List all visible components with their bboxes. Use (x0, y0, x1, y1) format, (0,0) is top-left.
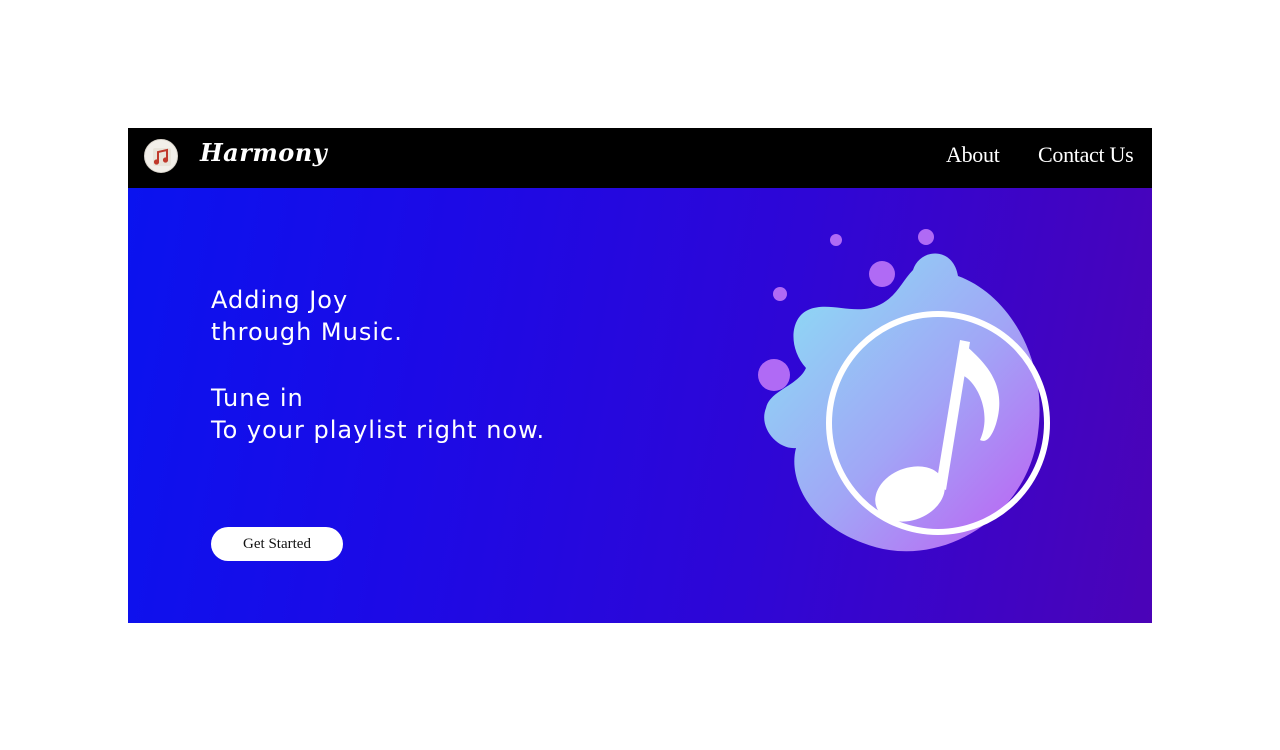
bubble (830, 234, 842, 246)
logo[interactable] (144, 139, 178, 173)
page-frame: Harmony About Contact Us Adding Joy thro… (128, 128, 1152, 623)
music-note-icon (153, 148, 171, 166)
brand-title[interactable]: Harmony (200, 138, 327, 167)
bubble (918, 229, 934, 245)
music-illustration (758, 229, 1050, 552)
nav-link-contact-us[interactable]: Contact Us (1038, 142, 1134, 168)
get-started-button[interactable]: Get Started (211, 527, 343, 561)
bubble (869, 261, 895, 287)
navbar: Harmony About Contact Us (128, 128, 1152, 188)
bubble (758, 359, 790, 391)
subheadline-line-2: To your playlist right now. (211, 416, 546, 444)
subheadline-line-1: Tune in (211, 384, 304, 412)
hero-section: Adding Joy through Music. Tune in To you… (128, 188, 1152, 623)
headline-line-2: through Music. (211, 318, 403, 346)
bubble (773, 287, 787, 301)
headline-line-1: Adding Joy (211, 286, 349, 314)
nav-link-about[interactable]: About (946, 142, 1000, 168)
